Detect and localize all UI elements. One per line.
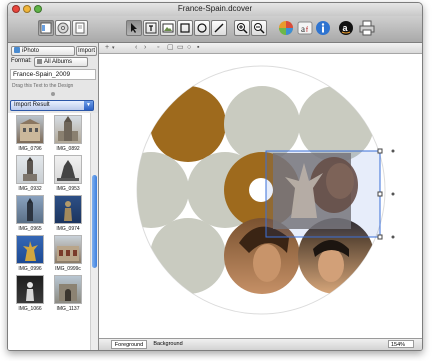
source-select[interactable]: iPhoto bbox=[11, 46, 75, 56]
street-photo bbox=[57, 246, 79, 261]
layout-circle-icon[interactable]: ◦ bbox=[157, 44, 159, 52]
app-window: France-Spain.dcover a f a iPhoto Import … bbox=[7, 2, 423, 351]
gate-photo bbox=[59, 284, 77, 301]
print-icon[interactable] bbox=[359, 20, 375, 36]
show-library-icon[interactable] bbox=[38, 20, 54, 36]
more-icon[interactable]: ▪ bbox=[197, 44, 199, 52]
photo-thumbnail[interactable] bbox=[16, 235, 44, 264]
face-shape bbox=[318, 248, 344, 282]
font-icon[interactable]: af bbox=[297, 20, 313, 36]
building-photo bbox=[20, 119, 40, 141]
chevron-down-icon[interactable]: ▾ bbox=[112, 44, 115, 52]
photo-caption: IMG_0974 bbox=[56, 226, 80, 232]
photo-thumbnail[interactable] bbox=[16, 275, 44, 304]
zoom-out-icon[interactable] bbox=[251, 20, 267, 36]
photo-caption: IMG_0965 bbox=[18, 226, 42, 232]
zoom-select[interactable]: 154% bbox=[388, 340, 414, 348]
print-preview-icon[interactable] bbox=[72, 20, 88, 36]
info-icon[interactable] bbox=[315, 20, 331, 36]
format-select-value: All Albums bbox=[44, 59, 73, 65]
ellipse-tool-icon[interactable] bbox=[194, 20, 210, 36]
cd-label-design bbox=[113, 65, 395, 315]
photo-caption: IMG_0953 bbox=[56, 186, 80, 192]
photo-thumbnail[interactable] bbox=[54, 235, 82, 264]
statue-photo bbox=[64, 201, 72, 221]
sculpture-photo bbox=[26, 282, 34, 301]
album-name-field[interactable]: France-Spain_2009 bbox=[10, 69, 96, 80]
source-select-value: iPhoto bbox=[22, 48, 40, 54]
rectangle-tool-icon[interactable] bbox=[177, 20, 193, 36]
photo-thumbnail[interactable] bbox=[16, 155, 44, 184]
tab-background[interactable]: Background bbox=[149, 340, 187, 349]
zoom-value: 154% bbox=[391, 342, 406, 348]
golden-statue-photo bbox=[23, 241, 38, 261]
format-label: Format: bbox=[11, 58, 32, 64]
line-tool-icon[interactable] bbox=[211, 20, 227, 36]
svg-text:a: a bbox=[301, 24, 305, 34]
chevron-down-icon: ▼ bbox=[84, 101, 93, 110]
photo-thumbnail[interactable] bbox=[16, 195, 44, 224]
svg-text:f: f bbox=[306, 27, 308, 34]
import-result-value: Import Result bbox=[14, 102, 50, 108]
photo-thumbnail[interactable] bbox=[54, 195, 82, 224]
library-sidebar: iPhoto Import Format: All Albums France-… bbox=[8, 43, 99, 350]
monument-photo bbox=[57, 160, 79, 181]
amazon-icon[interactable]: a bbox=[338, 20, 354, 36]
photo-caption: IMG_0999c bbox=[55, 266, 81, 272]
church-photo bbox=[58, 116, 78, 141]
photo-thumbnail[interactable] bbox=[54, 155, 82, 184]
design-canvas-area: + ▾ ‹ › ◦ ▢ ▭ ○ ▪ Foreground Background … bbox=[99, 43, 422, 350]
import-result-select[interactable]: Import Result ▼ bbox=[10, 100, 94, 111]
selection-handle[interactable] bbox=[377, 148, 383, 154]
undo-icon[interactable]: ‹ bbox=[135, 44, 137, 52]
import-button[interactable]: Import bbox=[76, 46, 97, 56]
layout-disc-icon[interactable]: ○ bbox=[187, 44, 191, 52]
photo-caption: IMG_0996 bbox=[18, 266, 42, 272]
selection-handle[interactable] bbox=[377, 234, 383, 240]
photo-caption: IMG_0932 bbox=[18, 186, 42, 192]
album-icon bbox=[37, 58, 42, 64]
photo-caption: IMG_0796 bbox=[18, 146, 42, 152]
selection-handle[interactable] bbox=[391, 235, 395, 239]
toolbar: af a bbox=[8, 16, 422, 43]
photo-caption: IMG_1066 bbox=[18, 306, 42, 312]
drag-hint: Drag this Text to the Design bbox=[12, 83, 74, 89]
photo-caption: IMG_1137 bbox=[56, 306, 80, 312]
design-circle[interactable] bbox=[150, 86, 226, 162]
zoom-in-icon[interactable] bbox=[234, 20, 250, 36]
window-title: France-Spain.dcover bbox=[177, 4, 253, 13]
photo-caption: IMG_0892 bbox=[56, 146, 80, 152]
selection-handle[interactable] bbox=[391, 192, 395, 196]
layout-rect-icon[interactable]: ▭ bbox=[177, 44, 184, 52]
photo-thumbnail[interactable] bbox=[54, 115, 82, 144]
layout-square-icon[interactable]: ▢ bbox=[167, 44, 174, 52]
scrollbar-thumb[interactable] bbox=[92, 175, 97, 268]
sidebar-scrollbar[interactable] bbox=[90, 113, 98, 350]
design-circle[interactable] bbox=[150, 218, 226, 294]
photo-browser: IMG_0796 IMG_0892 IMG_0932 IMG_0953 IMG_… bbox=[8, 113, 98, 350]
format-select[interactable]: All Albums bbox=[34, 57, 88, 67]
selection-handle[interactable] bbox=[377, 191, 383, 197]
tab-foreground[interactable]: Foreground bbox=[111, 340, 147, 349]
selection-frame[interactable] bbox=[265, 150, 381, 238]
photo-thumbnail[interactable] bbox=[54, 275, 82, 304]
image-tool-icon[interactable] bbox=[160, 20, 176, 36]
canvas-bottom-bar: Foreground Background 154% bbox=[99, 338, 422, 350]
design-circle[interactable] bbox=[113, 152, 189, 228]
cd-icon[interactable] bbox=[55, 20, 71, 36]
photo-thumbnail[interactable] bbox=[16, 115, 44, 144]
tower-night-photo bbox=[27, 198, 33, 221]
tower-photo bbox=[23, 157, 37, 181]
selection-handle[interactable] bbox=[391, 149, 395, 153]
iphoto-icon bbox=[14, 47, 20, 54]
arrow-pointer-icon[interactable] bbox=[126, 20, 142, 36]
face-shape bbox=[253, 244, 281, 282]
text-tool-icon[interactable] bbox=[143, 20, 159, 36]
add-icon[interactable]: + bbox=[105, 44, 109, 52]
title-bar: France-Spain.dcover bbox=[8, 3, 422, 16]
color-icon[interactable] bbox=[278, 20, 294, 36]
redo-icon[interactable]: › bbox=[144, 44, 146, 52]
resize-handle-icon[interactable] bbox=[51, 92, 55, 96]
